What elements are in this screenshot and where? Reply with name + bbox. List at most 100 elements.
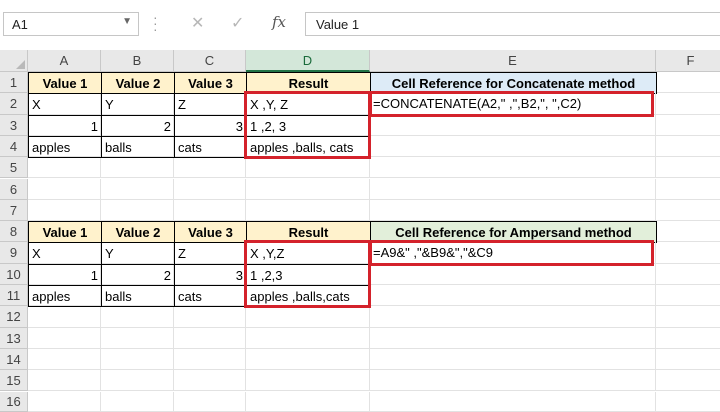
grid-cell[interactable]	[28, 391, 101, 412]
select-all-button[interactable]	[0, 50, 28, 72]
grid-cell[interactable]	[246, 157, 370, 179]
table2-cell[interactable]: apples ,balls,cats	[246, 285, 371, 308]
row-header-3[interactable]: 3	[0, 114, 28, 136]
grid-cell[interactable]	[370, 157, 656, 179]
table1-cell[interactable]: apples	[28, 135, 102, 159]
grid-cell[interactable]	[656, 157, 720, 179]
grid-cell[interactable]	[246, 178, 370, 200]
grid-cell[interactable]	[656, 179, 720, 200]
grid-cell[interactable]	[656, 306, 720, 328]
grid-cell[interactable]	[28, 327, 101, 349]
grid-cell[interactable]	[246, 391, 370, 412]
table2-cell[interactable]: 1	[28, 263, 102, 286]
table2-cell[interactable]: balls	[101, 285, 175, 308]
grid-cell[interactable]	[174, 327, 246, 349]
column-header-a[interactable]: A	[28, 50, 101, 72]
grid-cell[interactable]	[174, 348, 246, 371]
enter-icon[interactable]: ✓	[231, 13, 244, 33]
row-header-5[interactable]: 5	[0, 157, 28, 179]
column-header-c[interactable]: C	[174, 50, 246, 72]
table1-cell[interactable]: 1	[28, 114, 102, 137]
drag-handle-icon[interactable]: · · ·	[153, 10, 158, 36]
column-header-e[interactable]: E	[370, 50, 656, 72]
grid-cell[interactable]	[656, 285, 720, 307]
grid-cell[interactable]	[174, 370, 246, 392]
grid-cell[interactable]	[656, 264, 720, 285]
row-header-7[interactable]: 7	[0, 199, 28, 222]
table2-cell[interactable]: =A9&" ,"&B9&","&C9	[370, 242, 656, 264]
table1-cell[interactable]	[370, 135, 656, 158]
table2-cell[interactable]: 1 ,2,3	[246, 263, 371, 286]
grid-cell[interactable]	[101, 199, 174, 222]
table2-header-4[interactable]: Result	[246, 221, 371, 244]
grid-cell[interactable]	[656, 115, 720, 136]
grid-cell[interactable]	[246, 306, 370, 328]
grid-cell[interactable]	[174, 391, 246, 412]
grid-cell[interactable]	[101, 178, 174, 200]
grid-cell[interactable]	[246, 370, 370, 392]
grid-cell[interactable]	[28, 370, 101, 392]
grid-cell[interactable]	[246, 327, 370, 349]
row-header-4[interactable]: 4	[0, 135, 28, 158]
table2-cell[interactable]: apples	[28, 285, 102, 308]
grid-cell[interactable]	[656, 370, 720, 392]
grid-cell[interactable]	[174, 199, 246, 222]
grid-cell[interactable]	[656, 392, 720, 412]
table1-cell[interactable]: X ,Y, Z	[246, 93, 371, 116]
table2-cell[interactable]: X	[28, 242, 102, 265]
name-box[interactable]: A1 ▼	[3, 12, 139, 36]
table2-cell[interactable]	[370, 263, 656, 285]
grid-cell[interactable]	[656, 328, 720, 349]
column-header-f[interactable]: F	[656, 50, 720, 72]
grid-cell[interactable]	[28, 157, 101, 179]
row-header-12[interactable]: 12	[0, 306, 28, 328]
table1-cell[interactable]: balls	[101, 135, 175, 159]
table1-cell[interactable]: 1 ,2, 3	[246, 114, 371, 137]
row-header-15[interactable]: 15	[0, 370, 28, 392]
table1-header-3[interactable]: Value 3	[174, 72, 247, 95]
table1-cell[interactable]: Z	[174, 93, 247, 116]
row-header-11[interactable]: 11	[0, 285, 28, 307]
table1-cell[interactable]	[370, 114, 656, 136]
grid-cell[interactable]	[101, 370, 174, 392]
table1-cell[interactable]: cats	[174, 135, 247, 159]
table1-cell[interactable]: 2	[101, 114, 175, 137]
column-header-b[interactable]: B	[101, 50, 174, 72]
grid-cell[interactable]	[101, 306, 174, 328]
row-header-10[interactable]: 10	[0, 263, 28, 285]
row-header-9[interactable]: 9	[0, 242, 28, 264]
table1-cell[interactable]: Y	[101, 93, 175, 116]
table2-cell[interactable]: Z	[174, 242, 247, 265]
table2-header-5[interactable]: Cell Reference for Ampersand method	[370, 221, 657, 244]
table2-cell[interactable]: X ,Y,Z	[246, 242, 371, 265]
grid-cell[interactable]	[656, 136, 720, 158]
grid-cell[interactable]	[370, 199, 656, 222]
row-header-2[interactable]: 2	[0, 93, 28, 115]
table2-cell[interactable]: cats	[174, 285, 247, 308]
table1-cell[interactable]: =CONCATENATE(A2," ,",B2,", ",C2)	[370, 93, 656, 115]
grid-cell[interactable]	[28, 178, 101, 200]
grid-cell[interactable]	[370, 348, 656, 371]
table1-header-2[interactable]: Value 2	[101, 72, 175, 95]
grid-cell[interactable]	[174, 178, 246, 200]
grid-cell[interactable]	[656, 93, 720, 115]
grid-cell[interactable]	[101, 348, 174, 371]
grid-cell[interactable]	[101, 391, 174, 412]
grid-cell[interactable]	[101, 157, 174, 179]
name-box-dropdown-icon[interactable]: ▼	[122, 16, 132, 27]
grid-cell[interactable]	[656, 242, 720, 264]
grid-cell[interactable]	[101, 327, 174, 349]
column-header-d[interactable]: D	[246, 50, 370, 72]
row-header-1[interactable]: 1	[0, 72, 28, 94]
table2-header-2[interactable]: Value 2	[101, 221, 175, 244]
table1-cell[interactable]: 3	[174, 114, 247, 137]
grid-cell[interactable]	[174, 306, 246, 328]
formula-input[interactable]: Value 1	[305, 12, 720, 36]
table2-cell[interactable]: 3	[174, 263, 247, 286]
table2-cell[interactable]: 2	[101, 263, 175, 286]
grid-cell[interactable]	[370, 391, 656, 412]
grid-cell[interactable]	[656, 221, 720, 243]
grid-cell[interactable]	[28, 199, 101, 222]
table1-cell[interactable]: apples ,balls, cats	[246, 135, 371, 159]
grid-cell[interactable]	[174, 157, 246, 179]
